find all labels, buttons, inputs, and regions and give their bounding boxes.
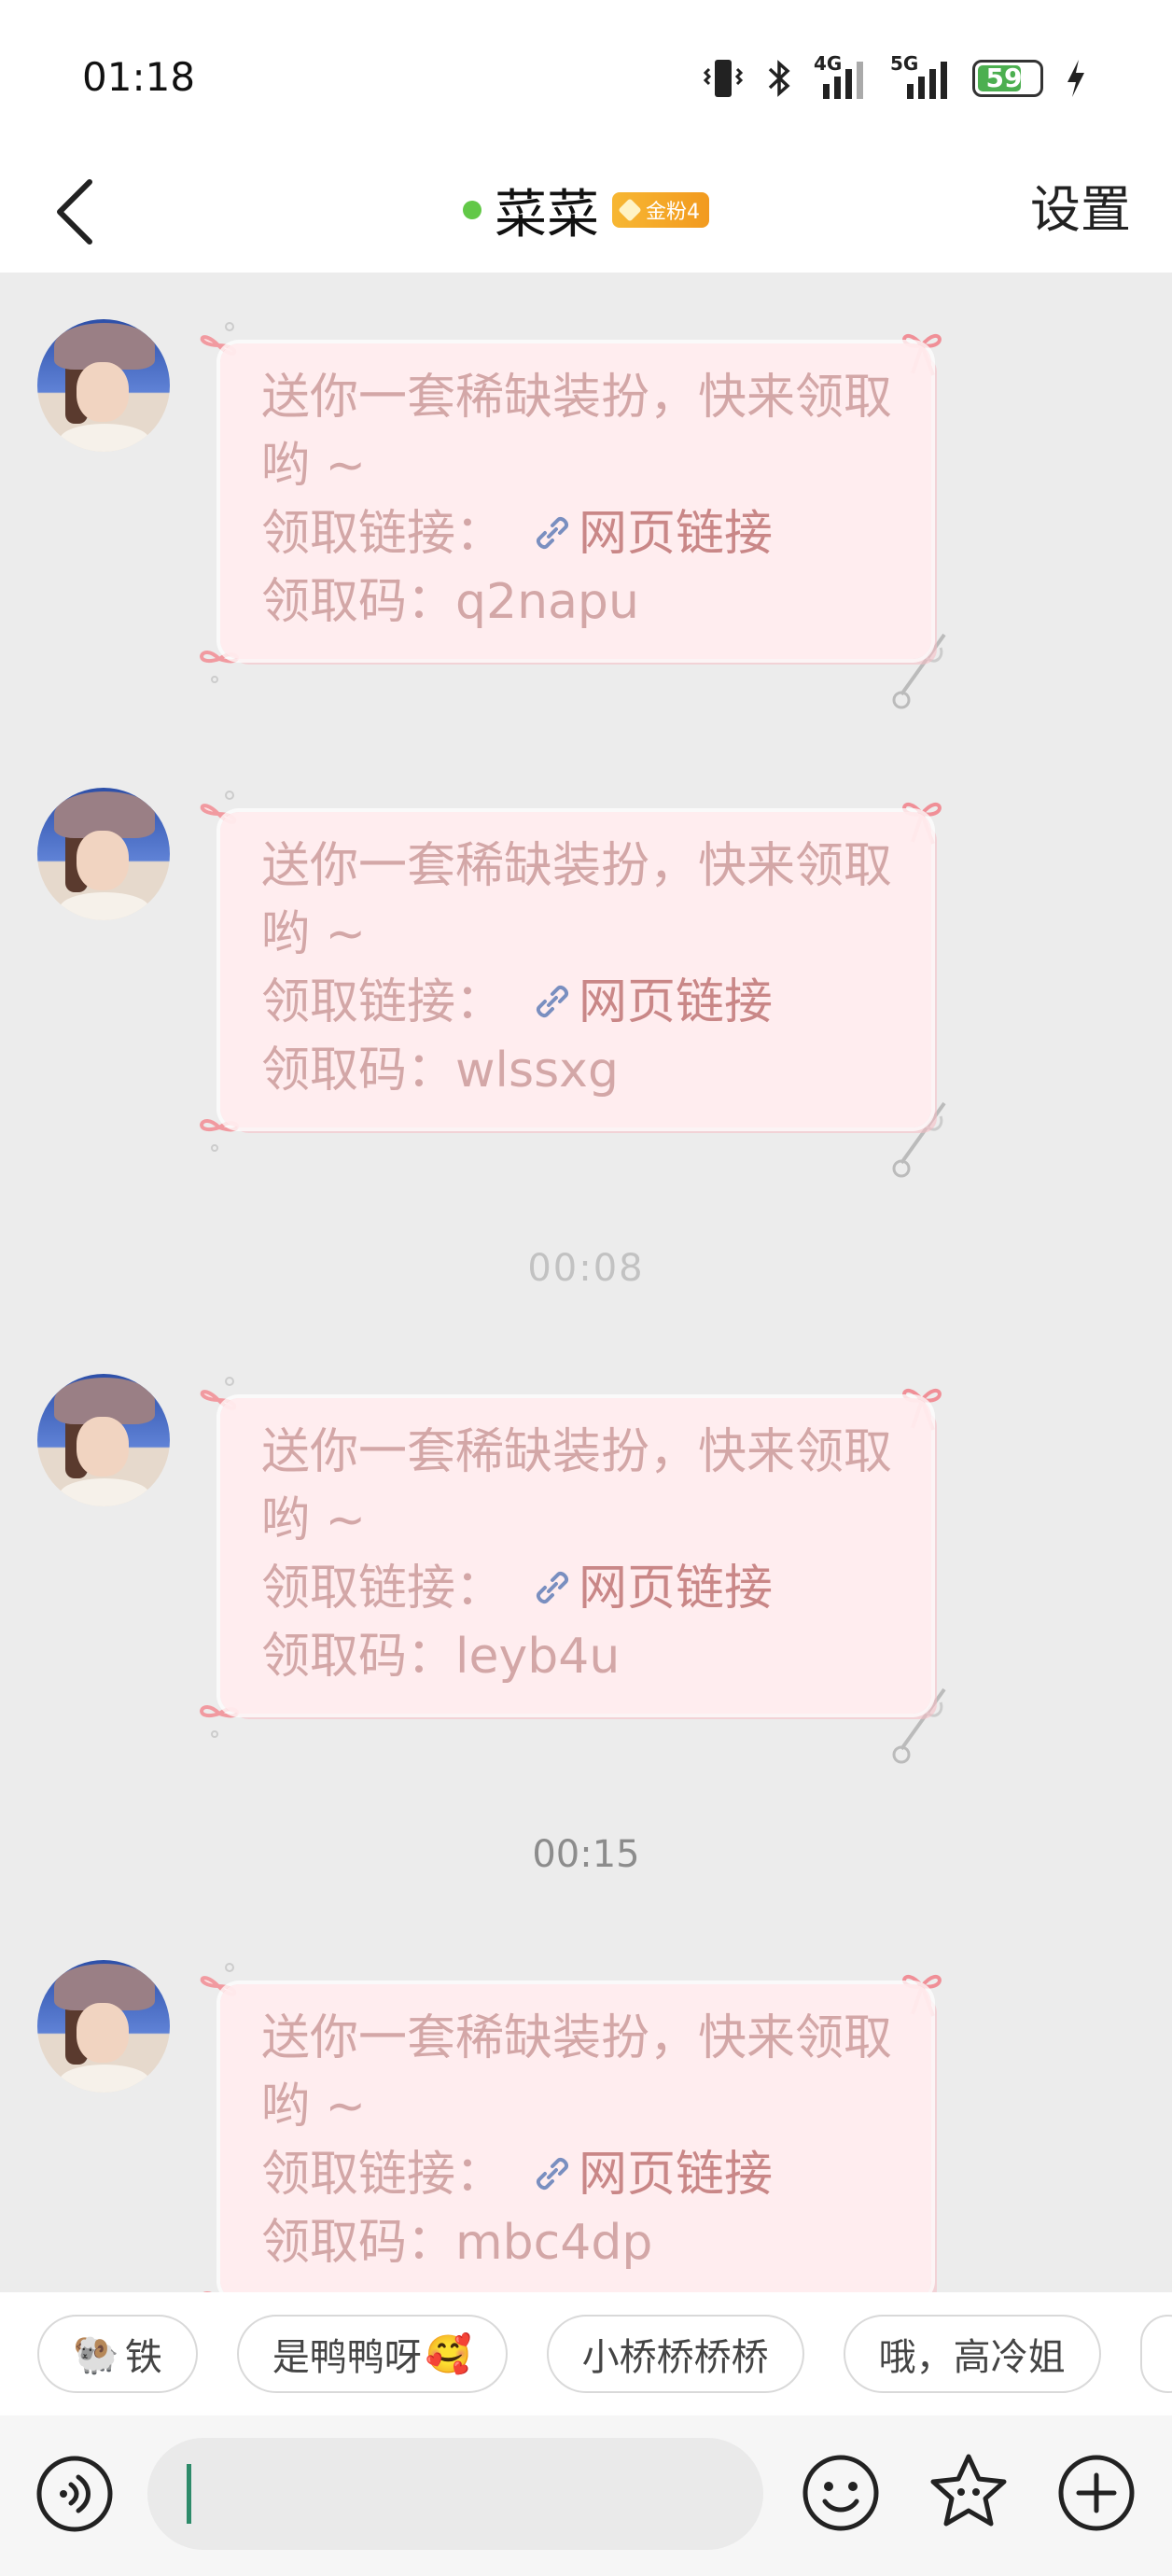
quick-reply-bar: 🐏 铁 是鸭鸭呀 🥰 小桥桥桥桥 哦，高冷姐 [0,2292,1172,2415]
link-icon [537,986,569,1017]
plus-icon[interactable] [1056,2453,1137,2533]
signal-bars-icon [907,62,947,99]
quick-reply-chip[interactable]: 哦，高冷姐 [843,2315,1101,2393]
code-row: 领取码：leyb4u [261,1623,894,1691]
link-row: 领取链接： 网页链接 [261,500,894,568]
fan-level-label: 金粉4 [646,201,700,224]
code-prefix: 领取码： [261,1043,456,1099]
code-prefix: 领取码： [261,574,456,630]
diamond-icon [618,198,642,222]
link-row: 领取链接： 网页链接 [261,969,894,1037]
message-text: 送你一套稀缺装扮，快来领取哟 ~ [261,2010,893,2135]
code-row: 领取码：mbc4dp [261,2209,894,2277]
online-status-dot [463,201,481,219]
status-time: 01:18 [82,54,196,100]
message-item: 送你一套稀缺装扮，快来领取哟 ~ 领取链接： 网页链接 领取码：leyb4u [0,1351,1172,1764]
avatar[interactable] [37,788,170,920]
message-list[interactable]: 送你一套稀缺装扮，快来领取哟 ~ 领取链接： 网页链接 领取码：q2napu 送你… [0,273,1172,2292]
star-face-icon[interactable] [928,2451,1010,2533]
code-prefix: 领取码： [261,2215,456,2271]
web-link[interactable]: 网页链接 [579,506,773,562]
chip-label: 铁 [124,2336,162,2379]
link-prefix: 领取链接： [261,1561,505,1617]
message-item: 送你一套稀缺装扮，快来领取哟 ~ 领取链接： 网页链接 领取码：mbc4dp [0,1938,1172,2292]
sheep-emoji: 🐏 [73,2332,119,2376]
avatar[interactable] [37,1960,170,2093]
claim-code: mbc4dp [455,2215,653,2271]
smiling-face-hearts-emoji: 🥰 [425,2332,472,2376]
link-row: 领取链接： 网页链接 [261,1555,894,1623]
web-link[interactable]: 网页链接 [579,1561,773,1617]
web-link[interactable]: 网页链接 [579,2147,773,2203]
vibrate-icon [703,60,744,97]
status-bar: 01:18 4G 5G 59 [0,0,1172,149]
claim-code: q2napu [455,574,639,630]
quick-reply-chip[interactable]: 小桥桥桥桥 [546,2315,804,2393]
chip-label: 是鸭鸭呀 [272,2336,422,2379]
avatar[interactable] [37,319,170,452]
quick-reply-chip[interactable]: 🐏 铁 [37,2315,198,2393]
link-icon [537,1572,569,1603]
signal-4g: 4G [814,52,866,101]
message-bubble[interactable]: 送你一套稀缺装扮，快来领取哟 ~ 领取链接： 网页链接 领取码：leyb4u [220,1398,931,1714]
code-row: 领取码：q2napu [261,568,894,637]
chip-label: 小桥桥桥桥 [581,2336,769,2379]
input-bar [0,2415,1172,2576]
link-icon [537,2158,569,2190]
battery-level: 59 [985,63,1023,93]
voice-icon[interactable] [35,2455,114,2533]
message-bubble[interactable]: 送你一套稀缺装扮，快来领取哟 ~ 领取链接： 网页链接 领取码：q2napu [220,343,931,659]
message-text: 送你一套稀缺装扮，快来领取哟 ~ [261,1424,893,1548]
battery-indicator: 59 [972,60,1043,97]
quick-reply-chip-partial[interactable] [1139,2315,1172,2393]
bluetooth-icon [768,60,790,97]
message-bubble[interactable]: 送你一套稀缺装扮，快来领取哟 ~ 领取链接： 网页链接 领取码：mbc4dp [220,1984,931,2292]
code-row: 领取码：wlssxg [261,1037,894,1105]
link-prefix: 领取链接： [261,974,505,1030]
message-item: 送你一套稀缺装扮，快来领取哟 ~ 领取链接： 网页链接 领取码：q2napu [0,297,1172,709]
smiley-icon[interactable] [801,2453,881,2533]
status-icons: 4G 5G 59 [702,52,1088,103]
web-link[interactable]: 网页链接 [579,974,773,1030]
text-caret [187,2464,191,2524]
chat-header: 菜菜 金粉4 设置 [0,149,1172,273]
quick-reply-list: 🐏 铁 是鸭鸭呀 🥰 小桥桥桥桥 哦，高冷姐 [37,2315,1172,2393]
timestamp: 00:15 [532,1833,640,1876]
claim-code: wlssxg [455,1043,619,1099]
chat-title-group[interactable]: 菜菜 金粉4 [0,175,1172,245]
link-icon [537,517,569,549]
message-text: 送你一套稀缺装扮，快来领取哟 ~ [261,838,893,962]
message-bubble[interactable]: 送你一套稀缺装扮，快来领取哟 ~ 领取链接： 网页链接 领取码：wlssxg [220,812,931,1127]
link-prefix: 领取链接： [261,506,505,562]
avatar[interactable] [37,1374,170,1506]
link-row: 领取链接： 网页链接 [261,2141,894,2209]
message-text: 送你一套稀缺装扮，快来领取哟 ~ [261,370,893,494]
chip-label: 哦，高冷姐 [878,2336,1066,2379]
charging-icon [1067,60,1084,97]
timestamp: 00:08 [527,1247,645,1290]
signal-bars-icon [823,62,863,99]
contact-name: 菜菜 [495,184,599,245]
quick-reply-chip[interactable]: 是鸭鸭呀 🥰 [236,2315,508,2393]
message-item: 送你一套稀缺装扮，快来领取哟 ~ 领取链接： 网页链接 领取码：wlssxg [0,765,1172,1178]
fan-level-badge[interactable]: 金粉4 [612,192,709,228]
code-prefix: 领取码： [261,1629,456,1685]
link-prefix: 领取链接： [261,2147,505,2203]
signal-5g: 5G [886,52,952,101]
claim-code: leyb4u [455,1629,621,1685]
settings-button[interactable]: 设置 [1030,175,1131,245]
message-input[interactable] [147,2438,763,2550]
